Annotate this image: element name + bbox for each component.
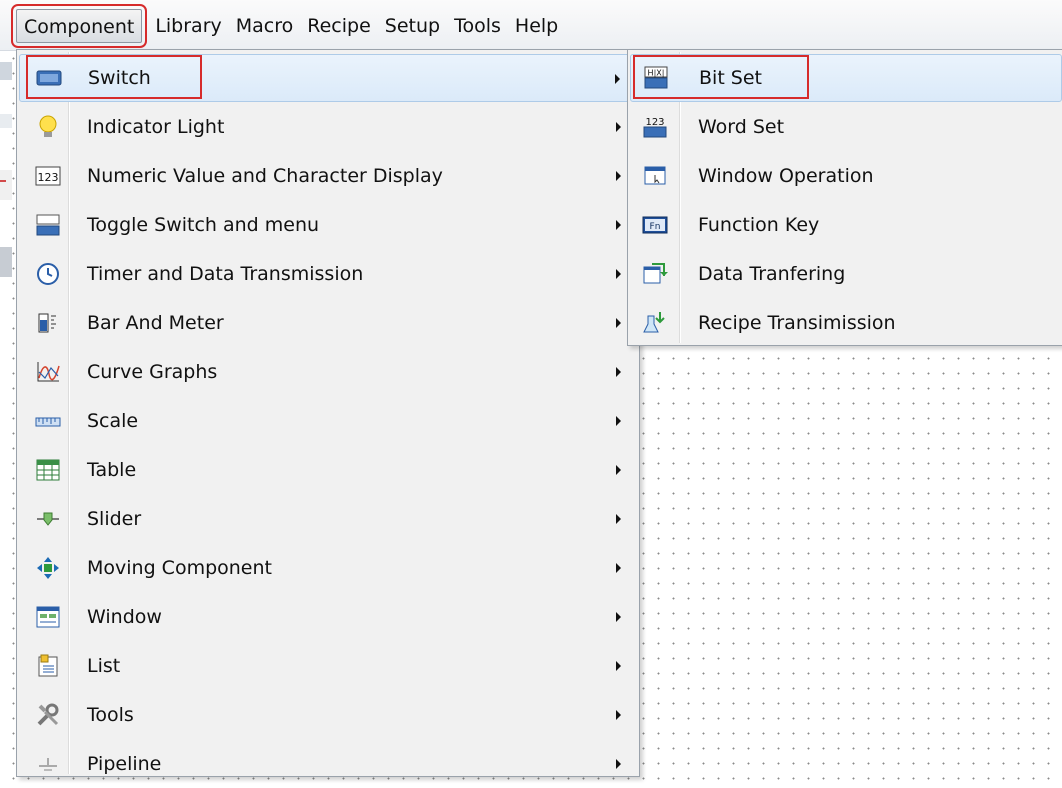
numeric-123-icon: 123 xyxy=(33,161,63,191)
submenu-item-word-set[interactable]: 123 Word Set xyxy=(630,103,1062,151)
toolbar-fragment xyxy=(0,114,12,128)
window-icon xyxy=(33,602,63,632)
svg-text:H|X|: H|X| xyxy=(648,69,665,78)
menu-item-pipeline[interactable]: Pipeline xyxy=(19,740,637,788)
menu-item-scale[interactable]: Scale xyxy=(19,397,637,445)
red-marker xyxy=(0,180,6,182)
menu-item-label: Moving Component xyxy=(87,557,272,579)
scale-ruler-icon xyxy=(33,406,63,436)
slider-icon xyxy=(33,504,63,534)
toolbar-fragment xyxy=(0,170,12,200)
submenu-arrow-icon xyxy=(616,612,621,622)
submenu-item-recipe-transmission[interactable]: Recipe Transimission xyxy=(630,299,1062,347)
menu-item-label: Table xyxy=(87,459,137,481)
menu-item-bar-meter[interactable]: Bar And Meter xyxy=(19,299,637,347)
submenu-arrow-icon xyxy=(616,171,621,181)
menu-item-window[interactable]: Window xyxy=(19,593,637,641)
submenu-arrow-icon xyxy=(616,269,621,279)
menu-item-label: Switch xyxy=(88,67,151,89)
submenu-arrow-icon xyxy=(616,416,621,426)
menu-item-indicator-light[interactable]: Indicator Light xyxy=(19,103,637,151)
table-grid-icon xyxy=(33,455,63,485)
function-key-icon: Fn xyxy=(640,210,670,240)
submenu-arrow-icon xyxy=(616,661,621,671)
menu-component[interactable]: Component xyxy=(10,4,148,48)
menu-item-slider[interactable]: Slider xyxy=(19,495,637,543)
menu-item-label: Numeric Value and Character Display xyxy=(87,165,443,187)
data-transfer-icon xyxy=(640,259,670,289)
menu-item-switch[interactable]: Switch xyxy=(19,54,637,102)
bulb-icon xyxy=(33,112,63,142)
submenu-arrow-icon xyxy=(616,759,621,769)
submenu-arrow-icon xyxy=(616,220,621,230)
svg-text:123: 123 xyxy=(38,171,59,184)
submenu-item-function-key[interactable]: Fn Function Key xyxy=(630,201,1062,249)
menu-item-curve-graphs[interactable]: Curve Graphs xyxy=(19,348,637,396)
submenu-arrow-icon xyxy=(616,318,621,328)
menu-item-label: Scale xyxy=(87,410,139,432)
submenu-item-label: Recipe Transimission xyxy=(698,312,896,334)
submenu-arrow-icon xyxy=(616,710,621,720)
submenu-arrow-icon xyxy=(616,367,621,377)
toolbar-fragment xyxy=(0,247,12,277)
menu-item-list[interactable]: List xyxy=(19,642,637,690)
component-dropdown-menu: Switch Indicator Light 123 Numeric Value… xyxy=(16,49,640,777)
menu-item-label: Pipeline xyxy=(87,753,162,775)
menu-item-tools[interactable]: Tools xyxy=(19,691,637,739)
toolbar-fragment xyxy=(0,62,12,80)
svg-text:Fn: Fn xyxy=(650,222,661,232)
window-operation-icon xyxy=(640,161,670,191)
menu-item-label: Timer and Data Transmission xyxy=(87,263,364,285)
pipeline-icon xyxy=(33,749,63,779)
submenu-item-label: Word Set xyxy=(698,116,785,138)
menu-item-table[interactable]: Table xyxy=(19,446,637,494)
menu-item-label: Indicator Light xyxy=(87,116,225,138)
menu-item-numeric-display[interactable]: 123 Numeric Value and Character Display xyxy=(19,152,637,200)
submenu-arrow-icon xyxy=(616,465,621,475)
menu-recipe[interactable]: Recipe xyxy=(300,9,378,43)
menu-item-label: Tools xyxy=(87,704,134,726)
toggle-switch-icon xyxy=(33,210,63,240)
submenu-item-label: Bit Set xyxy=(699,67,763,89)
curve-graph-icon xyxy=(33,357,63,387)
menu-item-label: Slider xyxy=(87,508,142,530)
submenu-arrow-icon xyxy=(616,514,621,524)
menu-item-label: Bar And Meter xyxy=(87,312,224,334)
switch-icon xyxy=(34,63,64,93)
submenu-arrow-icon xyxy=(616,563,621,573)
wrench-tools-icon xyxy=(33,700,63,730)
menu-tools[interactable]: Tools xyxy=(447,9,508,43)
menu-item-label: Toggle Switch and menu xyxy=(87,214,320,236)
submenu-arrow-icon xyxy=(615,74,620,84)
svg-text:123: 123 xyxy=(645,117,664,128)
menu-item-label: Curve Graphs xyxy=(87,361,218,383)
move-arrows-icon xyxy=(33,553,63,583)
submenu-item-label: Data Tranfering xyxy=(698,263,846,285)
menu-help[interactable]: Help xyxy=(508,9,565,43)
submenu-item-data-transfer[interactable]: Data Tranfering xyxy=(630,250,1062,298)
menu-setup[interactable]: Setup xyxy=(378,9,447,43)
switch-submenu: H|X| Bit Set 123 Word Set Window Operati… xyxy=(627,49,1062,346)
recipe-transmission-icon xyxy=(640,308,670,338)
bit-set-icon: H|X| xyxy=(641,63,671,93)
list-icon xyxy=(33,651,63,681)
menu-item-label: Window xyxy=(87,606,162,628)
menu-item-label: List xyxy=(87,655,121,677)
word-set-123-icon: 123 xyxy=(640,112,670,142)
submenu-item-label: Function Key xyxy=(698,214,820,236)
menu-item-timer[interactable]: Timer and Data Transmission xyxy=(19,250,637,298)
clock-icon xyxy=(33,259,63,289)
submenu-item-label: Window Operation xyxy=(698,165,874,187)
menu-bar: Component Library Macro Recipe Setup Too… xyxy=(0,0,1062,51)
submenu-item-window-operation[interactable]: Window Operation xyxy=(630,152,1062,200)
submenu-item-bit-set[interactable]: H|X| Bit Set xyxy=(630,54,1062,102)
menu-macro[interactable]: Macro xyxy=(229,9,301,43)
menu-item-toggle-switch[interactable]: Toggle Switch and menu xyxy=(19,201,637,249)
bar-meter-icon xyxy=(33,308,63,338)
workspace-left-edge xyxy=(0,52,12,782)
menu-item-moving-component[interactable]: Moving Component xyxy=(19,544,637,592)
menu-library[interactable]: Library xyxy=(148,9,228,43)
submenu-arrow-icon xyxy=(616,122,621,132)
